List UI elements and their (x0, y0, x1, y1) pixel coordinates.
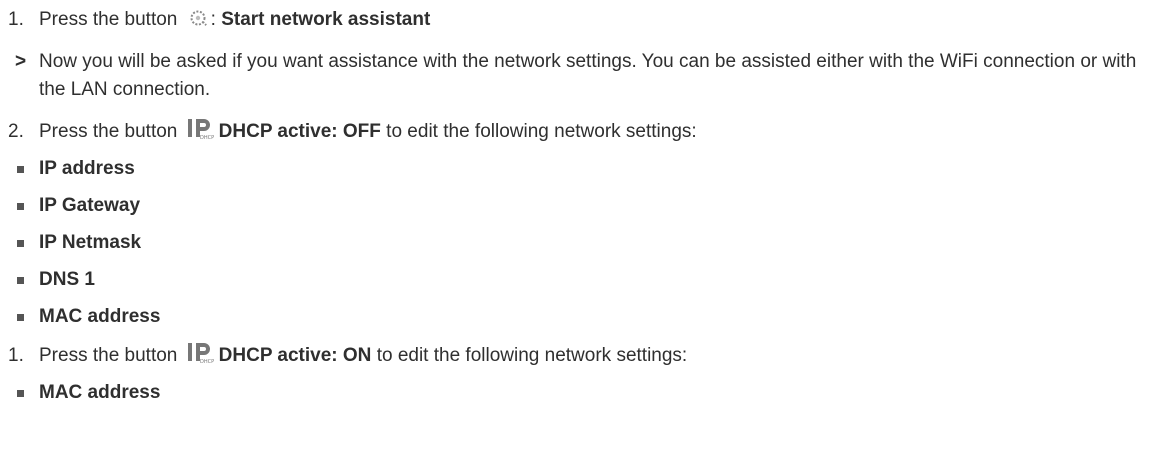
step-text-after: to edit the following network settings: (371, 345, 688, 366)
button-label-dhcp-off: DHCP active: OFF (218, 121, 381, 142)
step-number: 1. (8, 345, 24, 366)
setting-ip-netmask: IP Netmask (39, 232, 142, 253)
colon: : (210, 9, 216, 30)
setting-ip-address: IP address (39, 158, 135, 179)
setting-ip-gateway: IP Gateway (39, 195, 141, 216)
instruction-document: 1. Press the button : Start network assi… (0, 0, 1174, 452)
bullet-icon (17, 166, 24, 173)
bullet-icon (17, 203, 24, 210)
svg-text:DHCP: DHCP (200, 135, 214, 140)
svg-text:DHCP: DHCP (200, 359, 214, 364)
step-text: Press the button (39, 9, 183, 30)
step-number: 2. (8, 121, 24, 142)
ip-dhcp-icon: DHCP (187, 118, 217, 149)
step-text: Press the button (39, 121, 183, 142)
button-label-start-network-assistant: Start network assistant (221, 9, 431, 30)
setting-dns-1: DNS 1 (39, 269, 95, 290)
bullet-icon (17, 390, 24, 397)
step-text-after: to edit the following network settings: (380, 121, 697, 142)
step-number: 1. (8, 9, 24, 30)
network-assistant-gear-icon (187, 8, 209, 37)
setting-mac-address: MAC address (39, 382, 161, 403)
result-text: Now you will be asked if you want assist… (39, 51, 1137, 100)
button-label-dhcp-on: DHCP active: ON (218, 345, 372, 366)
bullet-icon (17, 314, 24, 321)
setting-mac-address: MAC address (39, 306, 161, 327)
bullet-icon (17, 240, 24, 247)
ip-dhcp-icon: DHCP (187, 342, 217, 373)
step-text: Press the button (39, 345, 183, 366)
bullet-icon (17, 277, 24, 284)
